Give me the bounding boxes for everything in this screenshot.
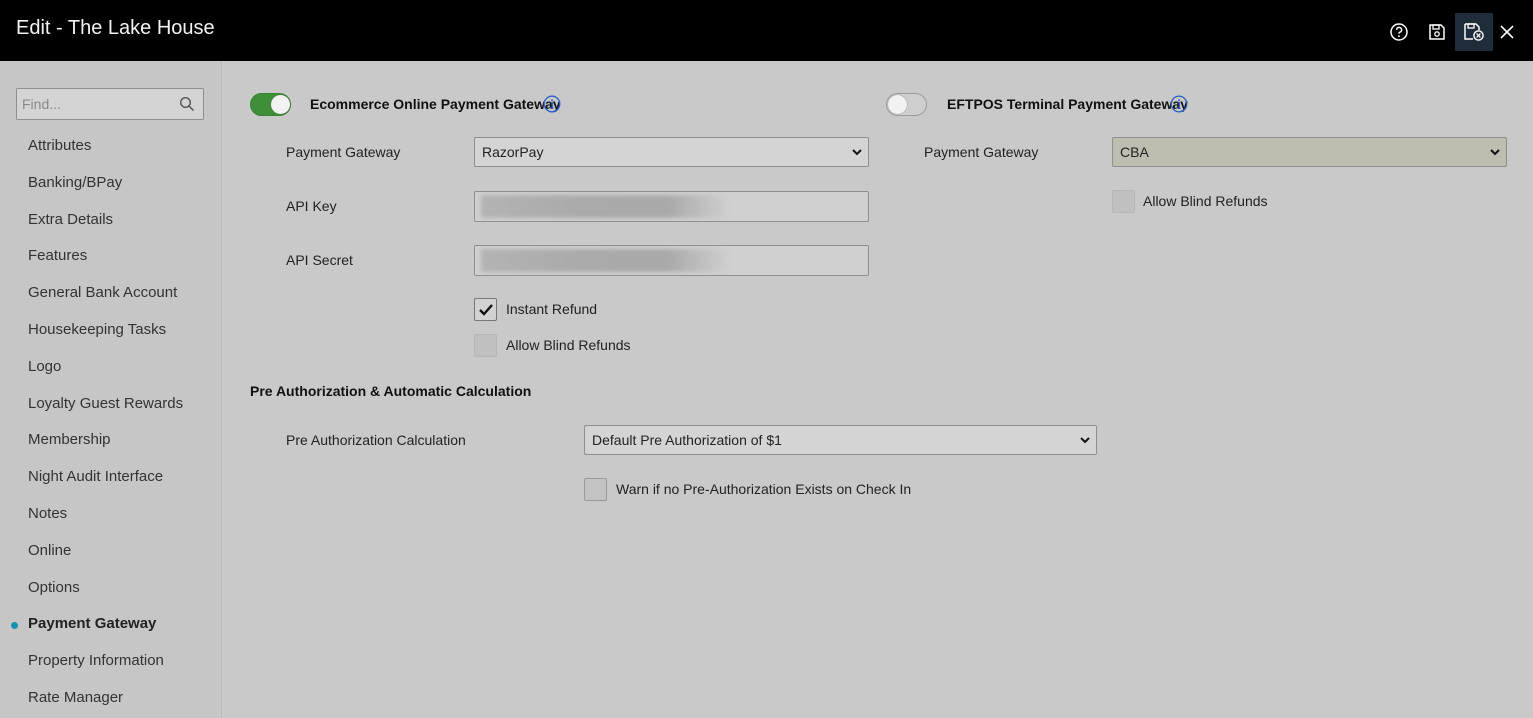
ecommerce-allow-blind-refunds-label: Allow Blind Refunds	[506, 337, 631, 353]
sidebar-item-label: Membership	[28, 431, 111, 449]
sidebar-item-label: Options	[28, 578, 80, 596]
sidebar-item-membership[interactable]: Membership	[0, 422, 222, 459]
close-button[interactable]	[1488, 13, 1526, 51]
ecommerce-gateway-title: Ecommerce Online Payment Gateway	[310, 96, 561, 112]
search-input[interactable]	[17, 89, 177, 119]
preauth-calculation-value: Default Pre Authorization of $1	[592, 432, 782, 448]
info-icon[interactable]	[1170, 95, 1188, 113]
instant-refund-label: Instant Refund	[506, 301, 598, 317]
sidebar-item-label: Extra Details	[28, 210, 114, 228]
eftpos-allow-blind-refunds-label: Allow Blind Refunds	[1143, 193, 1268, 209]
preauth-section-title: Pre Authorization & Automatic Calculatio…	[250, 383, 532, 399]
chevron-down-icon	[1080, 437, 1090, 444]
sidebar-item-label: Rate Manager	[28, 688, 124, 706]
eftpos-gateway-toggle[interactable]	[886, 93, 927, 116]
api-key-field[interactable]	[474, 191, 869, 222]
ecommerce-gateway-toggle[interactable]	[250, 93, 291, 116]
redacted-value	[481, 249, 729, 272]
sidebar-item-payment-gateway[interactable]: Payment Gateway	[0, 606, 222, 643]
sidebar-item-label: Loyalty Guest Rewards	[28, 394, 184, 412]
sidebar-item-general-bank-account[interactable]: General Bank Account	[0, 275, 222, 312]
main-content: Ecommerce Online Payment Gateway EFTPOS …	[223, 61, 1533, 718]
window-title: Edit - The Lake House	[16, 17, 215, 39]
title-bar: Edit - The Lake House	[0, 0, 1533, 61]
sidebar-item-label: Attributes	[28, 137, 92, 154]
eftpos-payment-gateway-value: CBA	[1120, 144, 1149, 160]
close-icon	[1500, 25, 1514, 39]
active-indicator-dot	[11, 622, 18, 630]
help-button[interactable]	[1380, 13, 1418, 51]
sidebar-item-label: Features	[28, 247, 88, 265]
save-icon	[1429, 24, 1445, 40]
ecommerce-payment-gateway-label: Payment Gateway	[286, 144, 401, 160]
api-secret-label: API Secret	[286, 252, 353, 268]
search-box[interactable]	[16, 88, 204, 120]
sidebar-item-features[interactable]: Features	[0, 238, 222, 275]
sidebar-item-online[interactable]: Online	[0, 533, 222, 570]
sidebar-item-label: General Bank Account	[28, 284, 178, 302]
api-secret-field[interactable]	[474, 245, 869, 276]
eftpos-payment-gateway-select[interactable]: CBA	[1112, 137, 1507, 167]
ecommerce-allow-blind-refunds-checkbox[interactable]	[474, 334, 497, 357]
sidebar-item-label: Property Information	[28, 652, 164, 670]
sidebar-item-options[interactable]: Options	[0, 570, 222, 607]
warn-no-preauth-label: Warn if no Pre-Authorization Exists on C…	[616, 481, 912, 497]
chevron-down-icon	[1490, 149, 1500, 156]
sidebar: Attributes Banking/BPay Extra Details Featu…	[0, 61, 222, 718]
search-icon[interactable]	[179, 96, 195, 112]
sidebar-item-notes[interactable]: Notes	[0, 496, 222, 533]
sidebar-item-loyalty-guest-rewards[interactable]: Loyalty Guest Rewards	[0, 386, 222, 423]
sidebar-item-banking-bpay[interactable]: Banking/BPay	[0, 165, 222, 202]
redacted-value	[481, 195, 729, 218]
eftpos-gateway-title: EFTPOS Terminal Payment Gateway	[947, 96, 1188, 112]
preauth-calculation-select[interactable]: Default Pre Authorization of $1	[584, 425, 1097, 455]
instant-refund-checkbox[interactable]	[474, 298, 497, 321]
sidebar-item-label: Housekeeping Tasks	[28, 320, 167, 338]
sidebar-nav: Attributes Banking/BPay Extra Details Featu…	[0, 128, 222, 717]
sidebar-item-label: Logo	[28, 357, 62, 375]
checkmark-icon	[479, 304, 493, 316]
warn-no-preauth-checkbox[interactable]	[584, 478, 607, 501]
chevron-down-icon	[852, 149, 862, 156]
eftpos-allow-blind-refunds-checkbox[interactable]	[1112, 190, 1135, 213]
ecommerce-payment-gateway-select[interactable]: RazorPay	[474, 137, 869, 167]
ecommerce-payment-gateway-value: RazorPay	[482, 144, 544, 160]
sidebar-item-label: Banking/BPay	[28, 173, 123, 191]
save-button[interactable]	[1418, 13, 1456, 51]
preauth-calculation-label: Pre Authorization Calculation	[286, 432, 466, 448]
sidebar-item-label: Online	[28, 541, 72, 559]
sidebar-item-extra-details[interactable]: Extra Details	[0, 202, 222, 239]
sidebar-item-logo[interactable]: Logo	[0, 349, 222, 386]
info-icon[interactable]	[543, 95, 561, 113]
help-circle-icon	[1390, 23, 1408, 41]
api-key-label: API Key	[286, 198, 337, 214]
sidebar-item-night-audit-interface[interactable]: Night Audit Interface	[0, 459, 222, 496]
sidebar-item-housekeeping-tasks[interactable]: Housekeeping Tasks	[0, 312, 222, 349]
save-close-icon	[1464, 23, 1484, 41]
sidebar-item-label: Payment Gateway	[28, 615, 157, 633]
eftpos-payment-gateway-label: Payment Gateway	[924, 144, 1039, 160]
sidebar-item-attributes[interactable]: Attributes	[0, 128, 222, 165]
sidebar-item-label: Notes	[28, 504, 68, 522]
sidebar-item-property-information[interactable]: Property Information	[0, 643, 222, 680]
sidebar-item-rate-manager[interactable]: Rate Manager	[0, 680, 222, 717]
sidebar-item-label: Night Audit Interface	[28, 468, 164, 486]
